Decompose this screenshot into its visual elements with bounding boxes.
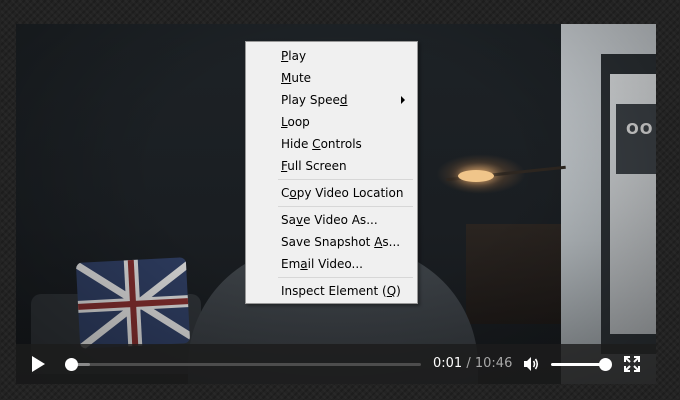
- menu-item-label-key: a: [300, 257, 308, 271]
- time-display: 0:01 / 10:46: [433, 356, 512, 371]
- time-separator: /: [466, 356, 471, 371]
- menu-separator: [278, 206, 413, 207]
- menu-item-label-post: e Video As...: [303, 213, 378, 227]
- menu-item-label-key: o: [289, 186, 297, 200]
- menu-item-label-post: ontrols: [320, 137, 362, 151]
- menu-item[interactable]: Hide Controls: [248, 133, 415, 155]
- play-button[interactable]: [30, 355, 46, 373]
- menu-item[interactable]: Inspect Element (Q): [248, 280, 415, 302]
- current-time: 0:01: [433, 356, 463, 371]
- menu-item-label-key: C: [312, 137, 321, 151]
- menu-item-label-post: s...: [382, 235, 401, 249]
- menu-item-label-post: lay: [288, 49, 307, 63]
- video-controls-bar: 0:01 / 10:46: [16, 344, 656, 384]
- fullscreen-button[interactable]: [624, 356, 640, 372]
- speaker-icon: [524, 357, 539, 371]
- menu-item[interactable]: Play: [248, 45, 415, 67]
- volume-slider-thumb[interactable]: [599, 358, 612, 371]
- menu-item-label-post: oop: [287, 115, 310, 129]
- menu-item-label-key: M: [281, 71, 292, 85]
- menu-item[interactable]: Email Video...: [248, 253, 415, 275]
- fullscreen-icon: [624, 356, 640, 372]
- context-menu: Play Mute Play Speed Loop Hide Controls Full …: [245, 41, 418, 304]
- menu-item-label-pre: Inspect Element (: [281, 284, 387, 298]
- menu-item-label-pre: Save Snapshot: [281, 235, 375, 249]
- play-icon: [32, 356, 45, 372]
- menu-item-label-key: Q: [386, 284, 397, 298]
- duration: 10:46: [474, 356, 513, 371]
- menu-item[interactable]: Save Video As...: [248, 209, 415, 231]
- menu-separator: [278, 179, 413, 180]
- menu-item[interactable]: Mute: [248, 67, 415, 89]
- menu-item[interactable]: Loop: [248, 111, 415, 133]
- menu-item-label-post: ): [396, 284, 401, 298]
- menu-separator: [278, 277, 413, 278]
- menu-item-label-key: d: [339, 93, 348, 107]
- menu-item-label-post: ull Screen: [287, 159, 347, 173]
- menu-item-label-pre: Sa: [281, 213, 296, 227]
- menu-item[interactable]: Save Snapshot As...: [248, 231, 415, 253]
- menu-item-label-pre: Hide: [281, 137, 313, 151]
- menu-item-label-post: ute: [291, 71, 312, 85]
- menu-item[interactable]: Full Screen: [248, 155, 415, 177]
- menu-item-label-pre: Play Spee: [281, 93, 340, 107]
- menu-item[interactable]: Copy Video Location: [248, 182, 415, 204]
- seek-bar-thumb[interactable]: [65, 358, 78, 371]
- seek-bar[interactable]: [65, 358, 421, 371]
- mute-button[interactable]: [523, 356, 541, 372]
- menu-item-label-post: py Video Location: [296, 186, 404, 200]
- menu-item-label-pre: Em: [281, 257, 301, 271]
- menu-item[interactable]: Play Speed: [248, 89, 415, 111]
- chevron-right-icon: [401, 96, 405, 104]
- volume-slider[interactable]: [551, 358, 612, 371]
- menu-item-label-post: il Video...: [307, 257, 363, 271]
